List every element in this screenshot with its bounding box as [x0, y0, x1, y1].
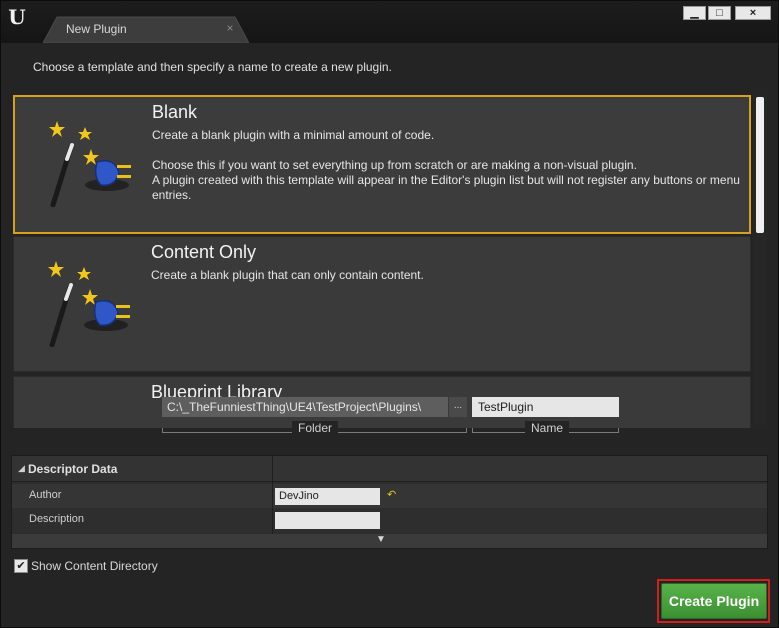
- unreal-logo-icon: U: [8, 5, 26, 29]
- new-plugin-window: U New Plugin × ▁ □ × Choose a template a…: [0, 0, 779, 628]
- title-bar[interactable]: U New Plugin × ▁ □ ×: [1, 1, 778, 43]
- descriptor-title: Descriptor Data: [28, 462, 118, 476]
- show-content-label: Show Content Directory: [31, 559, 158, 573]
- reset-to-default-icon[interactable]: ↶: [387, 488, 396, 501]
- minimize-button[interactable]: ▁: [683, 6, 706, 20]
- description-row: Description: [12, 508, 767, 532]
- author-label: Author: [29, 489, 62, 501]
- template-description: Create a blank plugin that can only cont…: [151, 268, 424, 282]
- expand-arrow-icon: ▼: [376, 534, 386, 545]
- tab-new-plugin[interactable]: New Plugin ×: [43, 16, 249, 43]
- tab-label: New Plugin: [66, 22, 127, 36]
- show-content-checkbox[interactable]: ✔: [14, 559, 28, 573]
- author-input[interactable]: DevJino: [275, 488, 380, 505]
- collapse-arrow-icon[interactable]: ◢: [18, 463, 25, 474]
- description-label: Description: [29, 513, 85, 525]
- template-title: Content Only: [151, 242, 257, 262]
- template-title: Blank: [152, 102, 198, 122]
- create-plugin-button[interactable]: Create Plugin: [661, 583, 767, 619]
- name-caption: Name: [525, 421, 570, 435]
- template-blank[interactable]: Blank Create a blank plugin with a minim…: [13, 95, 751, 234]
- maximize-button[interactable]: □: [708, 6, 731, 20]
- author-row: Author DevJino ↶: [12, 484, 767, 508]
- dialog-content: Choose a template and then specify a nam…: [1, 43, 778, 627]
- template-description: Create a blank plugin with a minimal amo…: [152, 128, 740, 202]
- plugin-name-input[interactable]: TestPlugin: [472, 397, 619, 417]
- folder-path-input[interactable]: C:\_TheFunniestThing\UE4\TestProject\Plu…: [162, 397, 448, 417]
- magic-wand-plug-icon: [45, 117, 135, 208]
- scrollbar-thumb[interactable]: [756, 97, 764, 233]
- magic-wand-plug-icon: [44, 257, 134, 348]
- descriptor-header[interactable]: ◢ Descriptor Data: [12, 456, 767, 482]
- descriptor-data-panel: ◢ Descriptor Data Author DevJino ↶ Descr…: [11, 455, 768, 549]
- intro-text: Choose a template and then specify a nam…: [33, 60, 392, 74]
- template-list[interactable]: Blank Create a blank plugin with a minim…: [13, 95, 751, 428]
- description-input[interactable]: [275, 512, 380, 529]
- tab-close-icon[interactable]: ×: [224, 21, 236, 35]
- browse-folder-button[interactable]: ...: [449, 397, 467, 417]
- column-divider[interactable]: [272, 456, 273, 534]
- advanced-expander[interactable]: ▼: [12, 534, 767, 548]
- template-content-only[interactable]: Content Only Create a blank plugin that …: [13, 236, 751, 372]
- folder-caption: Folder: [292, 421, 339, 435]
- close-button[interactable]: ×: [735, 6, 771, 20]
